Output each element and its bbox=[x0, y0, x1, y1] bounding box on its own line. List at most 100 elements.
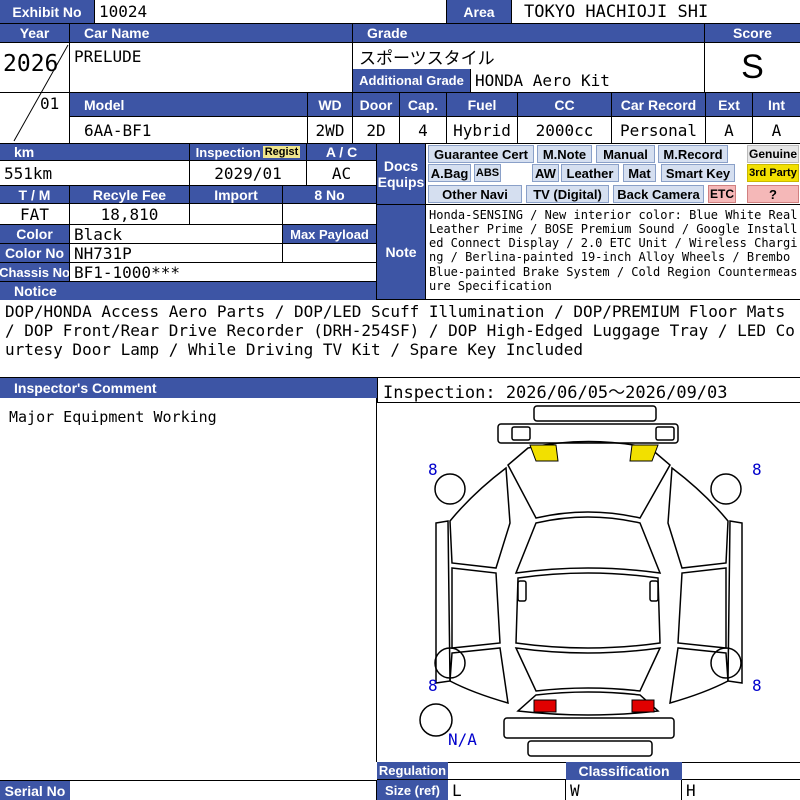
chassis-no-label: Chassis No bbox=[0, 263, 70, 282]
tire-rr-tread: 8 bbox=[752, 676, 762, 695]
tag-m-record: M.Record bbox=[658, 145, 728, 163]
tm-value: FAT bbox=[0, 204, 70, 225]
door-value: 2D bbox=[353, 117, 400, 144]
import-value bbox=[190, 204, 283, 225]
color-no-value: NH731P bbox=[70, 244, 283, 263]
wd-label: WD bbox=[308, 93, 353, 117]
front-bumper-top bbox=[533, 405, 657, 422]
tire-fr-tread: 8 bbox=[752, 460, 762, 479]
tag-abs: ABS bbox=[474, 164, 501, 182]
classification-value bbox=[682, 762, 800, 780]
notice-text: DOP/HONDA Access Aero Parts / DOP/LED Sc… bbox=[0, 300, 800, 378]
additional-grade-label: Additional Grade bbox=[353, 69, 471, 93]
right-front-fender bbox=[667, 466, 729, 569]
size-width: W bbox=[566, 780, 682, 800]
car-damage-diagram: 8 8 8 8 N/A bbox=[419, 405, 762, 757]
right-mirror bbox=[649, 580, 659, 602]
tag-genuine: Genuine bbox=[747, 145, 799, 163]
int-value: A bbox=[753, 117, 800, 144]
cap-value: 4 bbox=[400, 117, 447, 144]
chassis-no-value: BF1-1000*** bbox=[70, 263, 377, 282]
roof bbox=[515, 572, 661, 649]
model-label: Model bbox=[70, 93, 308, 117]
regulation-label: Regulation bbox=[377, 762, 448, 780]
car-name-label: Car Name bbox=[70, 24, 353, 43]
equips-label: Equips bbox=[377, 174, 425, 190]
size-ref-label: Size (ref) bbox=[377, 780, 448, 800]
tag-aw: AW bbox=[532, 164, 559, 182]
model-value: 6AA-BF1 bbox=[70, 117, 308, 144]
tag-leather: Leather bbox=[561, 164, 619, 182]
score-value: S bbox=[705, 43, 800, 93]
car-name-value: PRELUDE bbox=[70, 43, 353, 93]
inspection-label-text: Inspection bbox=[195, 144, 261, 160]
right-doors bbox=[677, 567, 727, 649]
size-length: L bbox=[448, 780, 566, 800]
regist-badge: Regist bbox=[262, 146, 301, 158]
inspection-value: 2029/01 bbox=[190, 161, 307, 186]
grade-value: スポーツスタイル bbox=[353, 43, 705, 69]
tire-rl-tread: 8 bbox=[428, 676, 438, 695]
inspection-label: Inspection Regist bbox=[190, 144, 307, 161]
docs-equips-label: Docs Equips bbox=[377, 144, 426, 205]
8no-value bbox=[283, 204, 377, 225]
tag-back-camera: Back Camera bbox=[613, 185, 704, 203]
cc-value: 2000cc bbox=[518, 117, 612, 144]
year-divider bbox=[13, 44, 69, 142]
serial-no-value bbox=[70, 780, 377, 800]
front-fog-left bbox=[511, 426, 531, 441]
ext-label: Ext bbox=[706, 93, 753, 117]
spare-tire-status: N/A bbox=[448, 730, 477, 749]
car-record-label: Car Record bbox=[612, 93, 706, 117]
door-label: Door bbox=[353, 93, 400, 117]
tire-fl-tread: 8 bbox=[428, 460, 438, 479]
tire-front-left bbox=[434, 473, 466, 505]
note-label: Note bbox=[377, 205, 426, 300]
classification-label: Classification bbox=[566, 762, 682, 780]
fuel-label: Fuel bbox=[447, 93, 518, 117]
grade-label: Grade bbox=[353, 24, 705, 43]
ac-label: A / C bbox=[307, 144, 377, 161]
tag-a-bag: A.Bag bbox=[428, 164, 471, 182]
tag-mat: Mat bbox=[623, 164, 656, 182]
left-doors bbox=[451, 567, 501, 649]
rear-bumper bbox=[503, 717, 675, 739]
recycle-fee-value: 18,810 bbox=[70, 204, 190, 225]
tag-3rd-party: 3rd Party bbox=[747, 164, 799, 182]
exhibit-no-value: 10024 bbox=[95, 0, 447, 24]
right-rear-quarter bbox=[669, 647, 729, 705]
taillight-right bbox=[631, 699, 655, 713]
inspector-comment-label: Inspector's Comment bbox=[0, 378, 377, 398]
year-label: Year bbox=[0, 24, 70, 43]
windshield bbox=[514, 516, 662, 574]
area-label: Area bbox=[447, 0, 512, 24]
taillight-left bbox=[533, 699, 557, 713]
tag-tv-digital: TV (Digital) bbox=[526, 185, 609, 203]
cc-label: CC bbox=[518, 93, 612, 117]
inspector-comment-text: Major Equipment Working bbox=[0, 398, 377, 762]
serial-no-label: Serial No bbox=[0, 780, 70, 800]
tag-smart-key: Smart Key bbox=[661, 164, 735, 182]
ac-value: AC bbox=[307, 161, 377, 186]
tag-m-note: M.Note bbox=[537, 145, 592, 163]
score-label: Score bbox=[705, 24, 800, 43]
max-payload-label: Max Payload bbox=[283, 225, 377, 244]
rear-bumper-bottom bbox=[527, 740, 653, 757]
docs-equips-panel: Guarantee Cert M.Note Manual M.Record Ge… bbox=[426, 144, 800, 205]
headlight-right bbox=[629, 444, 659, 462]
size-height: H bbox=[686, 780, 696, 800]
tag-question: ? bbox=[747, 185, 799, 203]
ext-value: A bbox=[706, 117, 753, 144]
regulation-value bbox=[448, 762, 566, 780]
color-label: Color bbox=[0, 225, 70, 244]
km-value: 551km bbox=[0, 161, 190, 186]
color-no-label: Color No bbox=[0, 244, 70, 263]
notice-label: Notice bbox=[0, 282, 377, 300]
note-text: Honda-SENSING / New interior color: Blue… bbox=[426, 205, 800, 300]
tag-etc: ETC bbox=[708, 185, 736, 203]
left-front-fender bbox=[449, 466, 511, 569]
tag-manual: Manual bbox=[596, 145, 655, 163]
max-payload-value bbox=[283, 244, 377, 263]
cap-label: Cap. bbox=[400, 93, 447, 117]
8no-label: 8 No bbox=[283, 186, 377, 204]
